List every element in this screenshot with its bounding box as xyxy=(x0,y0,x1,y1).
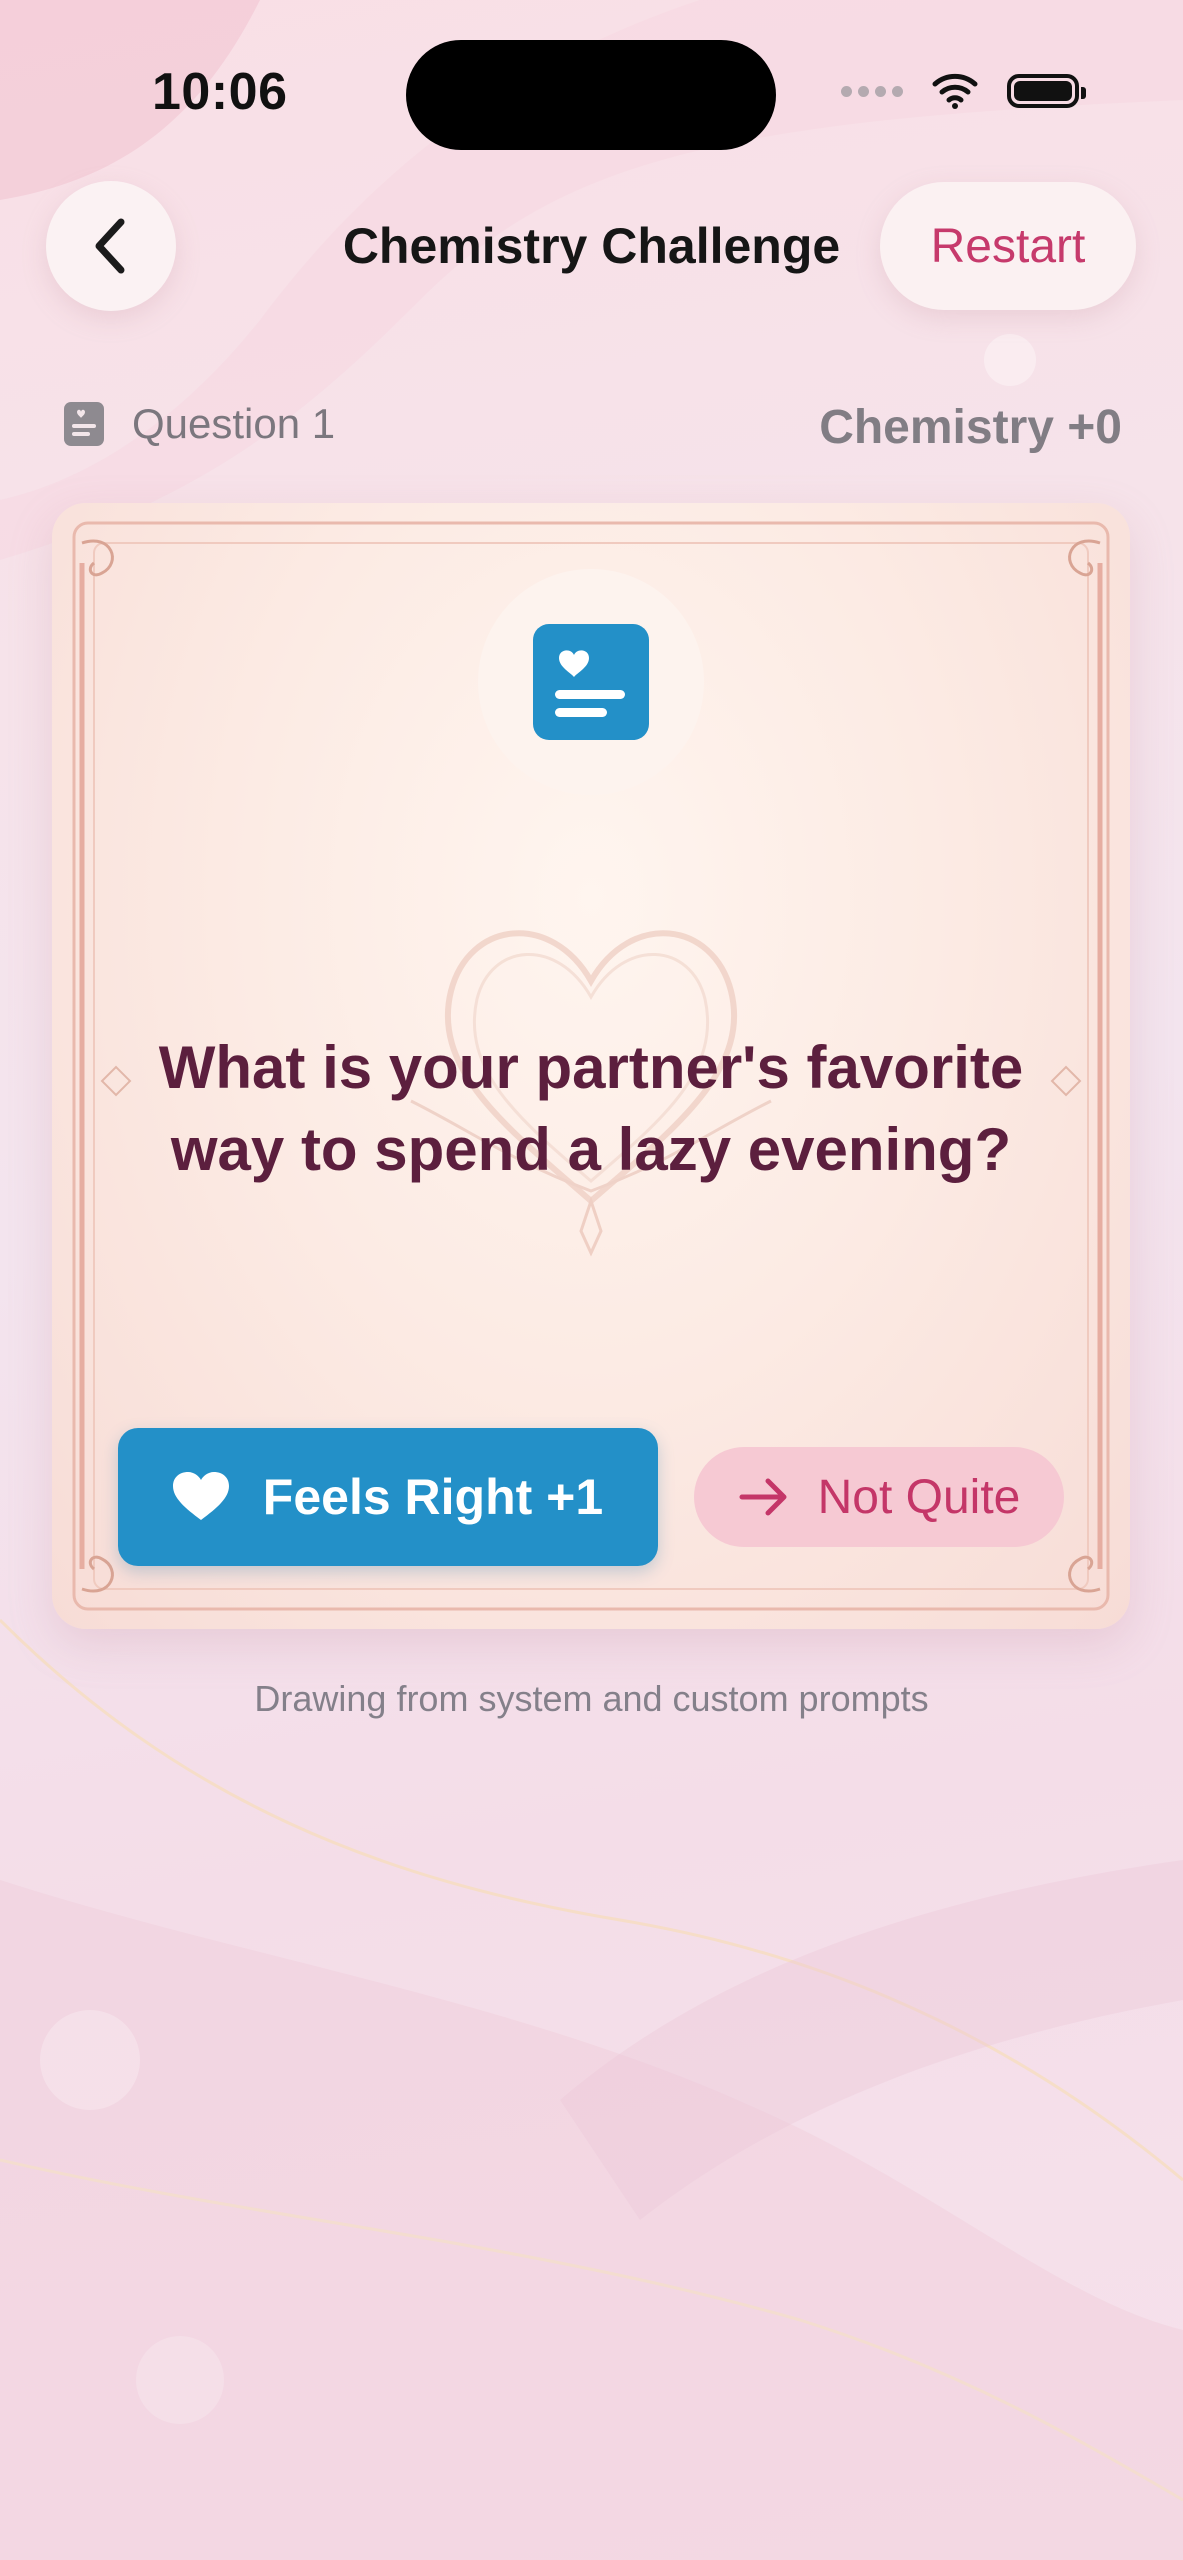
feels-right-button[interactable]: Feels Right +1 xyxy=(118,1428,658,1566)
back-chevron-icon xyxy=(95,218,125,274)
back-button[interactable] xyxy=(46,181,176,311)
question-card-icon xyxy=(533,624,649,740)
wifi-icon xyxy=(932,73,978,109)
page-title: Chemistry Challenge xyxy=(342,218,841,274)
restart-button[interactable]: Restart xyxy=(880,182,1136,310)
heart-icon xyxy=(172,1472,229,1520)
status-time: 10:06 xyxy=(152,63,288,121)
question-card-icon xyxy=(64,402,104,446)
question-counter-label: Question 1 xyxy=(132,400,336,447)
question-text: What is your partner's favorite way to s… xyxy=(158,1034,1024,1183)
card-icon-badge xyxy=(478,569,704,795)
feels-right-label: Feels Right +1 xyxy=(262,1469,604,1525)
dynamic-island xyxy=(406,40,776,150)
battery-icon xyxy=(1007,74,1086,108)
not-quite-label: Not Quite xyxy=(817,1470,1021,1524)
not-quite-button[interactable]: Not Quite xyxy=(694,1447,1064,1547)
signal-dots-icon xyxy=(841,85,903,97)
status-icons xyxy=(841,72,1086,110)
chemistry-score: Chemistry +0 xyxy=(819,401,1122,454)
question-counter: Question 1 xyxy=(64,400,335,448)
arrow-right-icon xyxy=(739,1478,787,1516)
question-card: What is your partner's favorite way to s… xyxy=(52,503,1130,1629)
prompt-source-note: Drawing from system and custom prompts xyxy=(254,1678,929,1719)
